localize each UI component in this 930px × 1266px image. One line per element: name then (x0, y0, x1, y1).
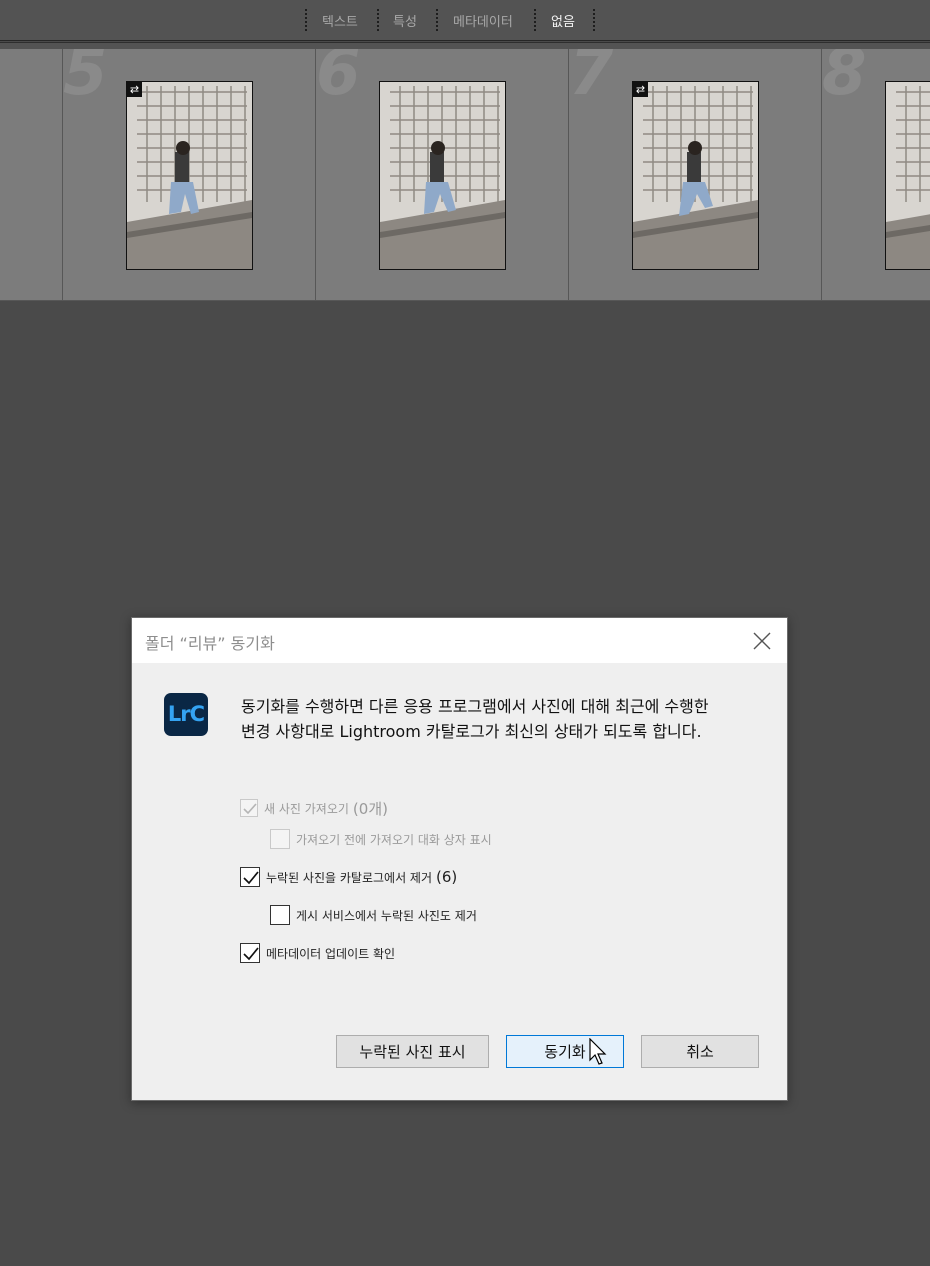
show-import-dialog-checkbox (270, 829, 290, 849)
dialog-message-line: 동기화를 수행하면 다른 응용 프로그램에서 사진에 대해 최근에 수행한 (241, 697, 709, 716)
cell-index: 6 (316, 49, 361, 110)
synchronize-folder-dialog: 폴더 “리뷰” 동기화 LrC 동기화를 수행하면 다른 응용 프로그램에서 사… (131, 617, 788, 1101)
import-new-photos-label: 새 사진 가져오기 (264, 801, 349, 816)
dialog-message: 동기화를 수행하면 다른 응용 프로그램에서 사진에 대해 최근에 수행한 변경… (241, 694, 766, 744)
remove-missing-photos-count: (6) (436, 868, 458, 886)
import-new-photos-count: (0개) (352, 799, 388, 818)
grid-cell[interactable]: 5 ⇄ (63, 49, 316, 301)
grid-view: 5 ⇄ 6 7 ⇄ 8 (0, 49, 930, 301)
filter-none-tab[interactable]: 없음 (551, 11, 575, 30)
grid-cell[interactable] (0, 49, 63, 301)
library-filter-bar: 텍스트 특성 메타데이터 없음 (0, 0, 930, 40)
photo-thumbnail[interactable] (379, 81, 506, 270)
cell-index: 5 (63, 49, 108, 110)
dialog-title: 폴더 “리뷰” 동기화 (145, 634, 275, 653)
grid-cell[interactable]: 8 (822, 49, 930, 301)
lightroom-classic-icon: LrC (164, 693, 208, 736)
divider (0, 40, 930, 41)
remove-from-publish-label: 게시 서비스에서 누락된 사진도 제거 (296, 908, 477, 923)
show-import-dialog-label: 가져오기 전에 가져오기 대화 상자 표시 (296, 832, 492, 847)
filter-attribute-tab[interactable]: 특성 (393, 11, 417, 30)
remove-from-publish-option[interactable]: 게시 서비스에서 누락된 사진도 제거 (270, 904, 477, 926)
cancel-button[interactable]: 취소 (641, 1035, 759, 1068)
close-icon[interactable] (749, 628, 775, 654)
import-new-photos-option: 새 사진 가져오기 (0개) (240, 797, 388, 819)
remove-missing-photos-checkbox[interactable] (240, 867, 260, 887)
scan-metadata-label: 메타데이터 업데이트 확인 (266, 946, 396, 961)
photo-thumbnail[interactable]: ⇄ (632, 81, 759, 270)
filter-metadata-tab[interactable]: 메타데이터 (453, 11, 513, 30)
dialog-titlebar: 폴더 “리뷰” 동기화 (132, 618, 787, 663)
filter-separator (436, 9, 438, 31)
remove-from-publish-checkbox[interactable] (270, 905, 290, 925)
cell-index: 7 (569, 49, 614, 110)
grid-cell[interactable]: 7 ⇄ (569, 49, 822, 301)
sync-icon: ⇄ (633, 82, 648, 97)
scan-metadata-checkbox[interactable] (240, 943, 260, 963)
sync-icon: ⇄ (127, 82, 142, 97)
import-new-photos-checkbox (240, 799, 258, 817)
remove-missing-photos-label: 누락된 사진을 카탈로그에서 제거 (266, 870, 433, 885)
photo-thumbnail[interactable]: ⇄ (126, 81, 253, 270)
show-missing-photos-button[interactable]: 누락된 사진 표시 (336, 1035, 489, 1068)
filter-separator (534, 9, 536, 31)
photo-thumbnail[interactable] (885, 81, 930, 270)
show-import-dialog-option: 가져오기 전에 가져오기 대화 상자 표시 (270, 828, 492, 850)
mouse-pointer-icon (589, 1038, 607, 1065)
cell-index: 8 (822, 49, 867, 110)
remove-missing-photos-option[interactable]: 누락된 사진을 카탈로그에서 제거 (6) (240, 866, 457, 888)
grid-cell[interactable]: 6 (316, 49, 569, 301)
filter-separator (305, 9, 307, 31)
filter-separator (377, 9, 379, 31)
filter-text-tab[interactable]: 텍스트 (322, 11, 358, 30)
dialog-message-line: 변경 사항대로 Lightroom 카탈로그가 최신의 상태가 되도록 합니다. (241, 722, 702, 741)
scan-metadata-option[interactable]: 메타데이터 업데이트 확인 (240, 942, 395, 964)
filter-separator (593, 9, 595, 31)
